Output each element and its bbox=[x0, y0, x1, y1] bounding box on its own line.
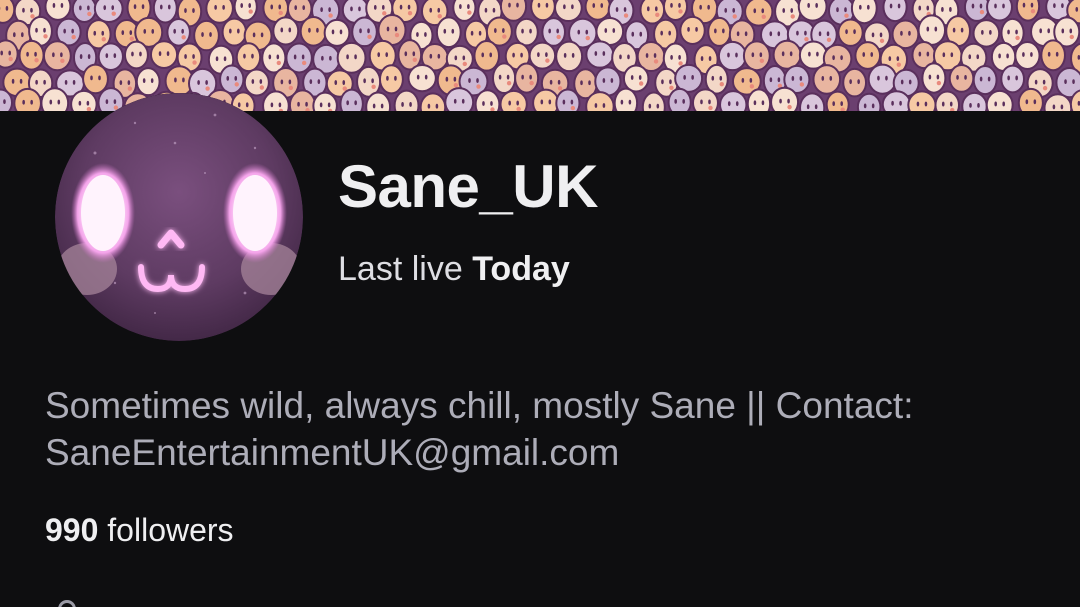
channel-display-name: Sane_UK bbox=[338, 153, 598, 220]
follower-count: 990 followers bbox=[45, 512, 234, 549]
last-live-label: Last live bbox=[338, 250, 463, 288]
follower-count-label: followers bbox=[107, 512, 234, 548]
channel-avatar[interactable] bbox=[55, 93, 303, 341]
partial-icon bbox=[58, 600, 76, 607]
follower-count-value: 990 bbox=[45, 512, 99, 548]
last-live-value: Today bbox=[472, 250, 570, 288]
bio-line-2: SaneEntertainmentUK@gmail.com bbox=[45, 432, 620, 473]
channel-about-page: Sane_UK Last live Today Sometimes wild, … bbox=[0, 0, 1080, 607]
last-live-status: Last live Today bbox=[338, 250, 570, 289]
channel-bio: Sometimes wild, always chill, mostly San… bbox=[45, 382, 1055, 476]
bio-line-1: Sometimes wild, always chill, mostly San… bbox=[45, 385, 914, 426]
glowing-face-avatar-icon bbox=[55, 93, 303, 341]
